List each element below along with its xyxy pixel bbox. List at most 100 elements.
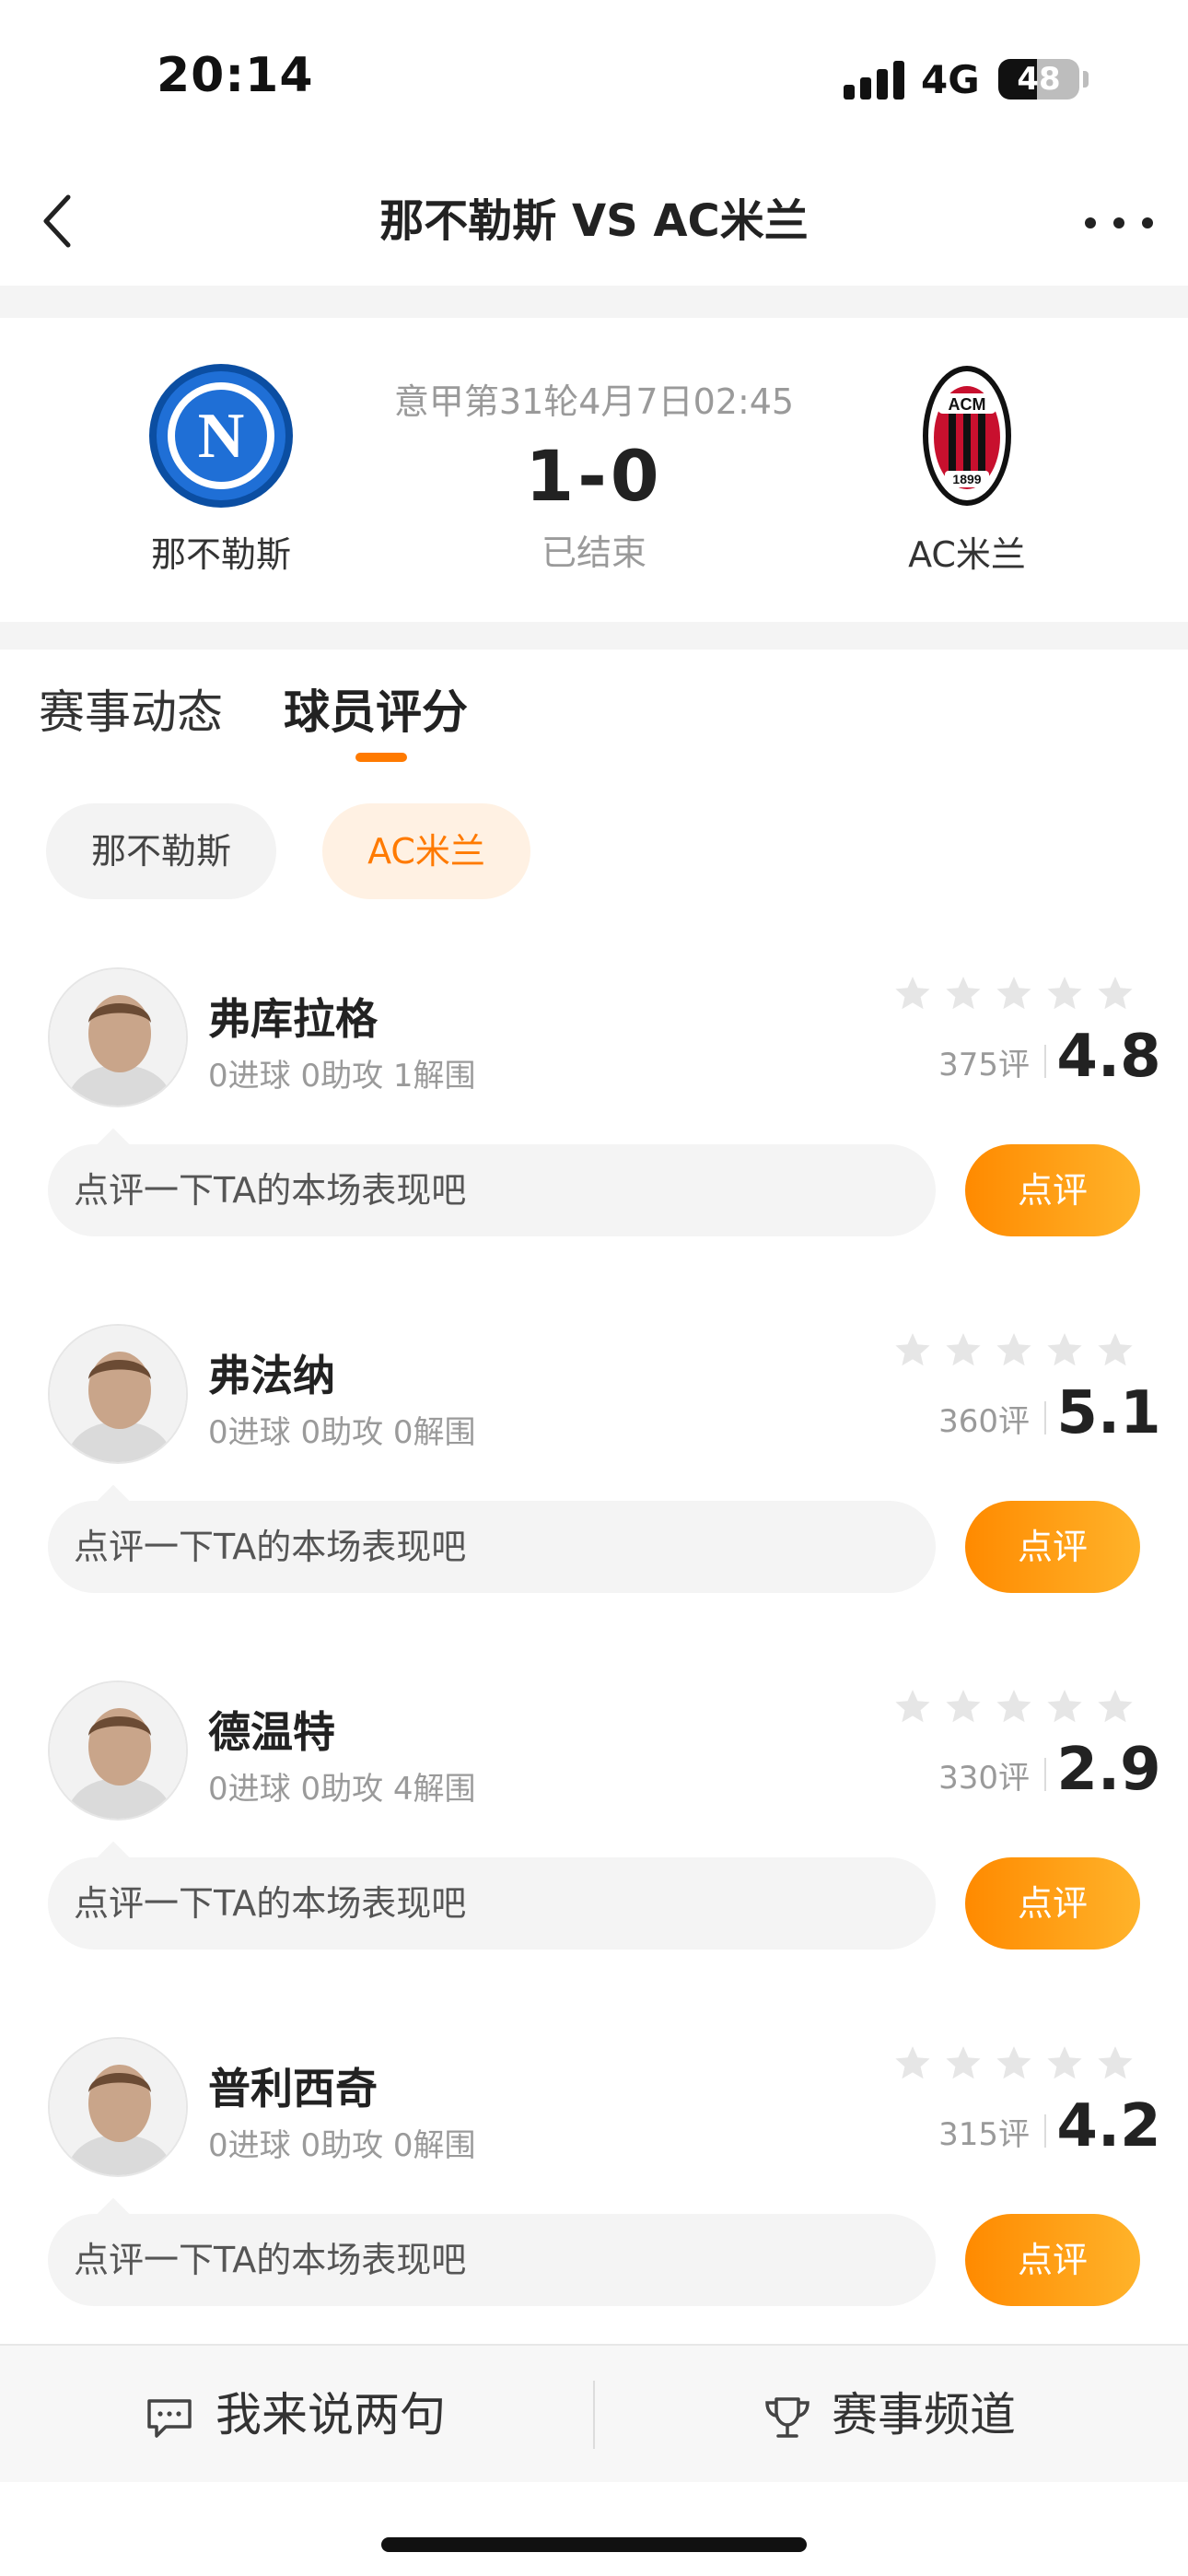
match-header: N 那不勒斯 意甲第31轮4月7日02:45 1-0 已结束 ACM 1899 …	[0, 318, 1188, 622]
tab-events[interactable]: 赛事动态	[39, 675, 223, 742]
star-icon[interactable]	[891, 1329, 934, 1372]
comment-input[interactable]: 点评一下TA的本场表现吧	[48, 2214, 936, 2306]
rating-divider	[1044, 2114, 1046, 2148]
comment-input[interactable]: 点评一下TA的本场表现吧	[48, 1857, 936, 1950]
logo-year: 1899	[952, 472, 981, 486]
player-avatar[interactable]	[48, 1680, 188, 1821]
comment-label: 我来说两句	[215, 2388, 446, 2441]
player-rating: 4.2	[1056, 2092, 1161, 2160]
player-stats: 0进球 0助攻 1解围	[208, 1058, 476, 1095]
network-type: 4G	[921, 57, 980, 102]
player-avatar[interactable]	[48, 967, 188, 1107]
comment-icon	[147, 2399, 192, 2438]
star-icon[interactable]	[993, 973, 1035, 1015]
comment-input[interactable]: 点评一下TA的本场表现吧	[48, 1144, 936, 1236]
status-bar: 20:14 4G 48	[0, 0, 1188, 157]
away-team-name: AC米兰	[908, 534, 1026, 575]
player-avatar[interactable]	[48, 1324, 188, 1464]
napoli-logo-icon: N	[147, 362, 295, 509]
channel-button[interactable]: 赛事频道	[594, 2346, 1188, 2484]
review-button[interactable]: 点评	[965, 1501, 1140, 1593]
player-stats: 0进球 0助攻 0解围	[208, 1414, 476, 1451]
star-icon[interactable]	[1043, 1686, 1086, 1728]
rating-count: 360评	[938, 1403, 1030, 1440]
player-rating: 5.1	[1056, 1379, 1161, 1447]
filter-away-team[interactable]: AC米兰	[322, 803, 530, 899]
rating-count: 330评	[938, 1760, 1030, 1797]
player-name: 弗库拉格	[208, 994, 378, 1044]
star-icon[interactable]	[942, 1329, 984, 1372]
comment-placeholder: 点评一下TA的本场表现吧	[74, 2240, 467, 2280]
star-icon[interactable]	[1094, 1329, 1136, 1372]
rating-stars	[891, 973, 1149, 1015]
page-title: 那不勒斯 VS AC米兰	[379, 195, 809, 247]
star-icon[interactable]	[1094, 2043, 1136, 2085]
review-button[interactable]: 点评	[965, 2214, 1140, 2306]
tab-indicator	[355, 753, 407, 762]
match-info: 意甲第31轮4月7日02:45	[393, 381, 795, 422]
rating-divider	[1044, 1401, 1046, 1434]
star-icon[interactable]	[1043, 2043, 1086, 2085]
player-card: 普利西奇 0进球 0助攻 0解围 315评 4.2 点评一下TA的本场表现吧 点评	[0, 2037, 1188, 2341]
star-icon[interactable]	[1094, 1686, 1136, 1728]
player-rating: 4.8	[1056, 1023, 1161, 1091]
home-indicator	[381, 2537, 807, 2552]
star-icon[interactable]	[1043, 973, 1086, 1015]
player-card: 弗法纳 0进球 0助攻 0解围 360评 5.1 点评一下TA的本场表现吧 点评	[0, 1324, 1188, 1628]
star-icon[interactable]	[942, 1686, 984, 1728]
match-summary: 意甲第31轮4月7日02:45 1-0 已结束	[318, 373, 870, 575]
filter-home-team[interactable]: 那不勒斯	[46, 803, 276, 899]
channel-label: 赛事频道	[832, 2388, 1016, 2441]
player-name: 德温特	[208, 1707, 335, 1757]
rating-stars	[891, 2043, 1149, 2085]
tab-bar: 赛事动态 球员评分	[0, 650, 1188, 769]
player-card: 德温特 0进球 0助攻 4解围 330评 2.9 点评一下TA的本场表现吧 点评	[0, 1680, 1188, 1985]
rating-count: 315评	[938, 2116, 1030, 2153]
star-icon[interactable]	[993, 1686, 1035, 1728]
home-team-name: 那不勒斯	[150, 534, 291, 575]
player-avatar[interactable]	[48, 2037, 188, 2177]
rating-count: 375评	[938, 1047, 1030, 1083]
star-icon[interactable]	[942, 2043, 984, 2085]
rating-divider	[1044, 1758, 1046, 1791]
review-button[interactable]: 点评	[965, 1857, 1140, 1950]
comment-placeholder: 点评一下TA的本场表现吧	[74, 1883, 467, 1924]
player-name: 弗法纳	[208, 1351, 335, 1400]
battery-icon: 48	[998, 59, 1079, 100]
match-score: 1-0	[525, 435, 663, 517]
player-stats: 0进球 0助攻 0解围	[208, 2127, 476, 2164]
home-team[interactable]: N 那不勒斯	[101, 362, 341, 577]
match-status: 已结束	[541, 533, 646, 573]
trophy-icon	[765, 2397, 809, 2438]
status-time: 20:14	[157, 48, 314, 103]
section-divider	[0, 286, 1188, 318]
back-icon[interactable]	[26, 186, 96, 256]
logo-text: ACM	[949, 395, 986, 414]
comment-placeholder: 点评一下TA的本场表现吧	[74, 1170, 467, 1211]
battery-percent: 48	[1017, 61, 1061, 98]
player-card: 弗库拉格 0进球 0助攻 1解围 375评 4.8 点评一下TA的本场表现吧 点评	[0, 967, 1188, 1271]
star-icon[interactable]	[993, 1329, 1035, 1372]
star-icon[interactable]	[891, 1686, 934, 1728]
review-button[interactable]: 点评	[965, 1144, 1140, 1236]
nav-bar: 那不勒斯 VS AC米兰	[0, 157, 1188, 286]
player-stats: 0进球 0助攻 4解围	[208, 1771, 476, 1808]
comment-button[interactable]: 我来说两句	[0, 2346, 594, 2484]
battery-tip	[1083, 71, 1089, 88]
star-icon[interactable]	[1094, 973, 1136, 1015]
rating-stars	[891, 1686, 1149, 1728]
tab-player-ratings[interactable]: 球员评分	[284, 675, 468, 742]
star-icon[interactable]	[891, 2043, 934, 2085]
comment-placeholder: 点评一下TA的本场表现吧	[74, 1527, 467, 1567]
rating-divider	[1044, 1045, 1046, 1078]
player-rating: 2.9	[1056, 1736, 1161, 1804]
player-name: 普利西奇	[208, 2064, 378, 2113]
rating-stars	[891, 1329, 1149, 1372]
star-icon[interactable]	[1043, 1329, 1086, 1372]
star-icon[interactable]	[993, 2043, 1035, 2085]
star-icon[interactable]	[942, 973, 984, 1015]
star-icon[interactable]	[891, 973, 934, 1015]
more-icon[interactable]	[1077, 188, 1160, 254]
comment-input[interactable]: 点评一下TA的本场表现吧	[48, 1501, 936, 1593]
away-team[interactable]: ACM 1899 AC米兰	[847, 362, 1087, 577]
